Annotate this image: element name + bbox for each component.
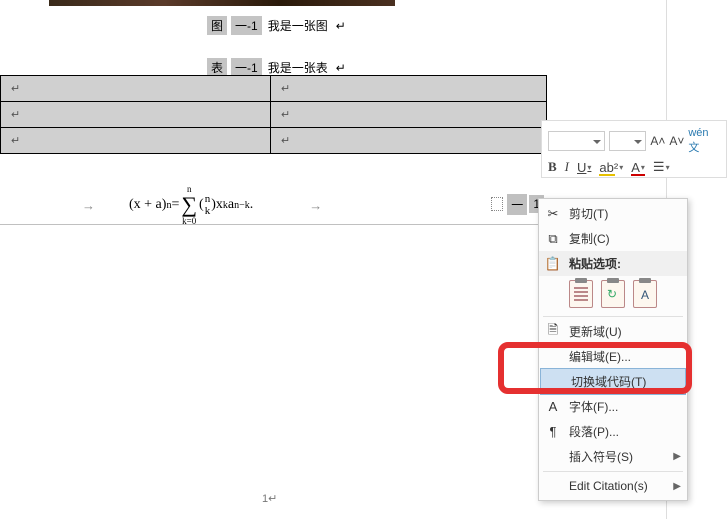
menu-font[interactable]: A 字体(F)... <box>539 394 687 419</box>
context-menu: ✂ 剪切(T) ⧉ 复制(C) 📋 粘贴选项: 🗎 更新域(U) 编辑域(E).… <box>538 198 688 501</box>
separator <box>543 471 683 472</box>
table-cell[interactable]: ↵ <box>1 128 271 154</box>
highlight-button[interactable]: ab²▾ <box>599 160 623 175</box>
table-cell[interactable]: ↵ <box>271 102 547 128</box>
menu-copy[interactable]: ⧉ 复制(C) <box>539 226 687 251</box>
caption-prefix: 图 <box>207 16 227 35</box>
submenu-arrow-icon: ▶ <box>673 451 681 462</box>
equation[interactable]: (x + a)n = n ∑ k=0 (nk) xk an−k. <box>129 184 253 226</box>
table-row: ↵↵ <box>1 102 547 128</box>
bold-button[interactable]: B <box>548 159 557 175</box>
update-field-icon: 🗎 <box>545 324 561 340</box>
menu-update-field[interactable]: 🗎 更新域(U) <box>539 319 687 344</box>
paste-icon: 📋 <box>545 256 561 272</box>
shrink-font-button[interactable]: A˅ <box>669 134 684 148</box>
page-number: 1↵ <box>262 492 277 505</box>
tab-arrow-icon: → <box>309 198 322 213</box>
table-row: ↵↵ <box>1 128 547 154</box>
mini-toolbar: A˄ A˅ wén 文 B I U▾ ab²▾ A▾ ☰▾ <box>541 120 727 178</box>
cut-icon: ✂ <box>545 206 561 222</box>
eq-equals: = <box>171 197 179 213</box>
underline-button[interactable]: U▾ <box>577 160 591 175</box>
font-size-combo[interactable] <box>609 131 646 151</box>
eq-sum: n ∑ k=0 <box>179 184 199 226</box>
data-table[interactable]: ↵↵ ↵↵ ↵↵ <box>0 75 547 154</box>
caption-text: 我是一张图 <box>266 16 330 35</box>
font-name-combo[interactable] <box>548 131 605 151</box>
paste-keep-source-button[interactable] <box>569 280 593 308</box>
blank-icon <box>545 478 561 494</box>
copy-icon: ⧉ <box>545 231 561 247</box>
blank-icon <box>547 374 563 390</box>
image-content <box>49 0 395 6</box>
para-mark: ↵ <box>334 60 348 76</box>
italic-button[interactable]: I <box>565 159 569 175</box>
menu-paragraph[interactable]: ¶ 段落(P)... <box>539 419 687 444</box>
blank-icon <box>545 349 561 365</box>
paste-merge-button[interactable] <box>601 280 625 308</box>
table-cell[interactable]: ↵ <box>271 128 547 154</box>
tab-arrow-icon: → <box>82 198 95 213</box>
menu-insert-symbol[interactable]: 插入符号(S) ▶ <box>539 444 687 469</box>
pinyin-guide-button[interactable]: wén 文 <box>688 127 722 155</box>
eq-binom: nk <box>205 193 211 217</box>
table-row: ↵↵ <box>1 76 547 102</box>
font-icon: A <box>545 399 561 415</box>
paste-options-row <box>539 276 687 314</box>
submenu-arrow-icon: ▶ <box>673 481 681 492</box>
blank-icon <box>545 449 561 465</box>
menu-edit-field[interactable]: 编辑域(E)... <box>539 344 687 369</box>
figure-caption: 图 一-1 我是一张图 ↵ <box>207 16 348 35</box>
table-cell[interactable]: ↵ <box>271 76 547 102</box>
eq-lhs: (x + a) <box>129 197 166 213</box>
paste-text-only-button[interactable] <box>633 280 657 308</box>
field-placeholder-icon <box>491 197 503 211</box>
menu-toggle-field-code[interactable]: 切换域代码(T) <box>540 368 686 395</box>
menu-cut[interactable]: ✂ 剪切(T) <box>539 201 687 226</box>
separator <box>543 316 683 317</box>
table-cell[interactable]: ↵ <box>1 76 271 102</box>
caption-number: 一-1 <box>231 16 262 35</box>
font-color-button[interactable]: A▾ <box>631 160 645 175</box>
eq-num-dash: 一 <box>507 194 527 215</box>
equation-line: → (x + a)n = n ∑ k=0 (nk) xk an−k. → 一 1 <box>0 190 546 220</box>
menu-edit-citation[interactable]: Edit Citation(s) ▶ <box>539 474 687 498</box>
bullets-button[interactable]: ☰▾ <box>653 159 670 175</box>
grow-font-button[interactable]: A˄ <box>650 134 665 148</box>
para-mark: ↵ <box>334 18 348 34</box>
menu-paste-options-header: 📋 粘贴选项: <box>539 251 687 276</box>
paragraph-icon: ¶ <box>545 424 561 440</box>
table-cell[interactable]: ↵ <box>1 102 271 128</box>
